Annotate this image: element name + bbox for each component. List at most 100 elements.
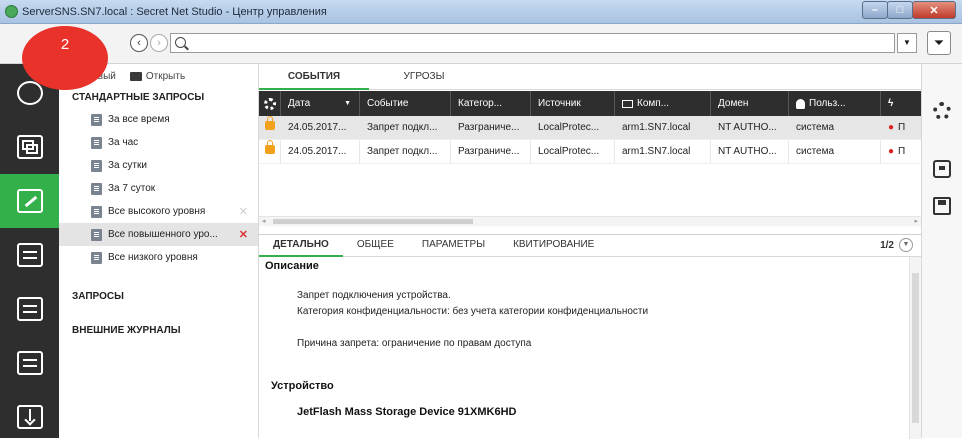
window-title: ServerSNS.SN7.local : Secret Net Studio … bbox=[22, 6, 327, 18]
nav-journal[interactable] bbox=[0, 174, 59, 228]
column-header-user[interactable]: Польз... bbox=[789, 91, 881, 116]
filter-button[interactable]: ⏷ bbox=[927, 31, 951, 55]
maximize-button[interactable]: □ bbox=[887, 1, 913, 19]
scroll-thumb[interactable] bbox=[273, 219, 473, 224]
chevron-down-icon[interactable]: ▼ bbox=[899, 238, 913, 252]
column-header-date[interactable]: Дата ▼ bbox=[281, 91, 360, 116]
status-dot-icon: ● bbox=[888, 122, 895, 133]
description-line: Запрет подключения устройства. bbox=[297, 290, 451, 301]
table-row[interactable]: 24.05.2017... Запрет подкл... Разграниче… bbox=[259, 140, 921, 164]
device-icon[interactable] bbox=[933, 160, 951, 178]
status-dot-icon: ● bbox=[888, 146, 895, 157]
events-grid: Дата ▼ Событие Категор... Источник Комп..… bbox=[259, 91, 921, 164]
device-name: JetFlash Mass Storage Device 91XMK6HD bbox=[297, 406, 517, 418]
search-input[interactable] bbox=[191, 35, 881, 51]
tree-item-high-level[interactable]: Все высокого уровня ✕ bbox=[59, 200, 258, 223]
scroll-left-icon[interactable]: ◂ bbox=[262, 217, 266, 225]
query-icon bbox=[91, 205, 102, 218]
open-query-button[interactable]: Открыть bbox=[129, 71, 185, 82]
nav-deployment[interactable] bbox=[0, 336, 59, 390]
main-panel: СОБЫТИЯ УГРОЗЫ Дата ▼ Событие Категор... … bbox=[259, 64, 921, 439]
cell-date: 24.05.2017... bbox=[281, 116, 360, 139]
tree-item-low-level[interactable]: Все низкого уровня bbox=[59, 246, 258, 269]
policies-icon bbox=[16, 243, 43, 267]
lock-cell bbox=[259, 140, 281, 163]
tree-item-7days[interactable]: За 7 суток bbox=[59, 177, 258, 200]
step-badge: 2 bbox=[22, 26, 108, 90]
lock-icon bbox=[265, 116, 275, 130]
status-text: П bbox=[898, 146, 906, 157]
scroll-right-icon[interactable]: ▸ bbox=[914, 217, 918, 225]
cell-category: Разграниче... bbox=[451, 140, 531, 163]
tree-item-label: Все высокого уровня bbox=[108, 206, 206, 217]
tree-item-elevated-level[interactable]: Все повышенного уро... ✕ bbox=[59, 223, 258, 246]
back-button[interactable]: ‹ bbox=[130, 34, 148, 52]
tab-parameters[interactable]: ПАРАМЕТРЫ bbox=[408, 235, 499, 257]
query-icon bbox=[91, 113, 102, 126]
minimize-button[interactable]: – bbox=[862, 1, 888, 19]
tab-events[interactable]: СОБЫТИЯ bbox=[259, 64, 369, 90]
right-toolbar bbox=[921, 64, 962, 438]
network-structure-icon bbox=[16, 135, 43, 159]
scroll-thumb[interactable] bbox=[912, 273, 919, 423]
tree-item-label: За сутки bbox=[108, 160, 147, 171]
cell-user: система bbox=[789, 116, 881, 139]
cell-computer: arm1.SN7.local bbox=[615, 140, 711, 163]
tab-detailed[interactable]: ДЕТАЛЬНО bbox=[259, 235, 343, 257]
table-row[interactable]: 24.05.2017... Запрет подкл... Разграниче… bbox=[259, 116, 921, 140]
nav-licenses[interactable] bbox=[0, 282, 59, 336]
column-label: Событие bbox=[367, 98, 409, 109]
nav-download[interactable] bbox=[0, 390, 59, 444]
column-header-status[interactable]: ϟ bbox=[881, 91, 921, 116]
tab-acknowledgement[interactable]: КВИТИРОВАНИЕ bbox=[499, 235, 608, 257]
search-box[interactable] bbox=[170, 33, 895, 53]
section-external-journals[interactable]: ВНЕШНИЕ ЖУРНАЛЫ bbox=[59, 321, 258, 341]
lock-cell bbox=[259, 116, 281, 139]
deployment-icon bbox=[16, 351, 43, 375]
pager-label: 1/2 bbox=[880, 239, 894, 251]
tree-item-day[interactable]: За сутки bbox=[59, 154, 258, 177]
cell-computer: arm1.SN7.local bbox=[615, 116, 711, 139]
cell-status: ● П bbox=[881, 140, 921, 163]
column-settings-button[interactable] bbox=[259, 91, 281, 116]
cell-date: 24.05.2017... bbox=[281, 140, 360, 163]
query-icon bbox=[91, 251, 102, 264]
column-header-source[interactable]: Источник bbox=[531, 91, 615, 116]
left-nav-bar bbox=[0, 64, 59, 438]
tree-item-hour[interactable]: За час bbox=[59, 131, 258, 154]
column-label: Дата bbox=[288, 98, 311, 109]
tab-general[interactable]: ОБЩЕЕ bbox=[343, 235, 408, 257]
tab-threats[interactable]: УГРОЗЫ bbox=[369, 64, 479, 90]
settings-gear-icon[interactable] bbox=[933, 102, 951, 120]
lightning-icon: ϟ bbox=[888, 98, 894, 109]
search-dropdown-button[interactable]: ▼ bbox=[897, 33, 917, 53]
query-icon bbox=[91, 182, 102, 195]
section-standard-queries[interactable]: СТАНДАРТНЫЕ ЗАПРОСЫ bbox=[59, 88, 258, 108]
column-header-category[interactable]: Категор... bbox=[451, 91, 531, 116]
nav-policies[interactable] bbox=[0, 228, 59, 282]
section-queries[interactable]: ЗАПРОСЫ bbox=[59, 287, 258, 307]
gear-icon bbox=[264, 97, 276, 110]
query-icon bbox=[91, 159, 102, 172]
title-bar: ServerSNS.SN7.local : Secret Net Studio … bbox=[0, 0, 962, 24]
journal-icon bbox=[16, 189, 43, 213]
lock-icon bbox=[265, 140, 275, 154]
column-header-domain[interactable]: Домен bbox=[711, 91, 789, 116]
detail-vertical-scrollbar[interactable] bbox=[909, 257, 921, 439]
cell-event: Запрет подкл... bbox=[360, 140, 451, 163]
column-header-event[interactable]: Событие bbox=[360, 91, 451, 116]
filter-icon: ⏷ bbox=[933, 35, 945, 50]
tree-item-all-time[interactable]: За все время bbox=[59, 108, 258, 131]
forward-button[interactable]: › bbox=[150, 34, 168, 52]
grid-horizontal-scrollbar[interactable]: ◂ ▸ bbox=[259, 216, 921, 226]
column-header-computer[interactable]: Комп... bbox=[615, 91, 711, 116]
save-icon[interactable] bbox=[933, 197, 951, 215]
download-icon bbox=[16, 405, 43, 429]
close-button[interactable]: ✕ bbox=[912, 1, 956, 19]
delete-icon[interactable]: ✕ bbox=[239, 228, 248, 241]
cell-event: Запрет подкл... bbox=[360, 116, 451, 139]
nav-network-structure[interactable] bbox=[0, 120, 59, 174]
tree-item-label: За 7 суток bbox=[108, 183, 156, 194]
delete-icon[interactable]: ✕ bbox=[239, 205, 248, 218]
tree-item-label: За час bbox=[108, 137, 139, 148]
